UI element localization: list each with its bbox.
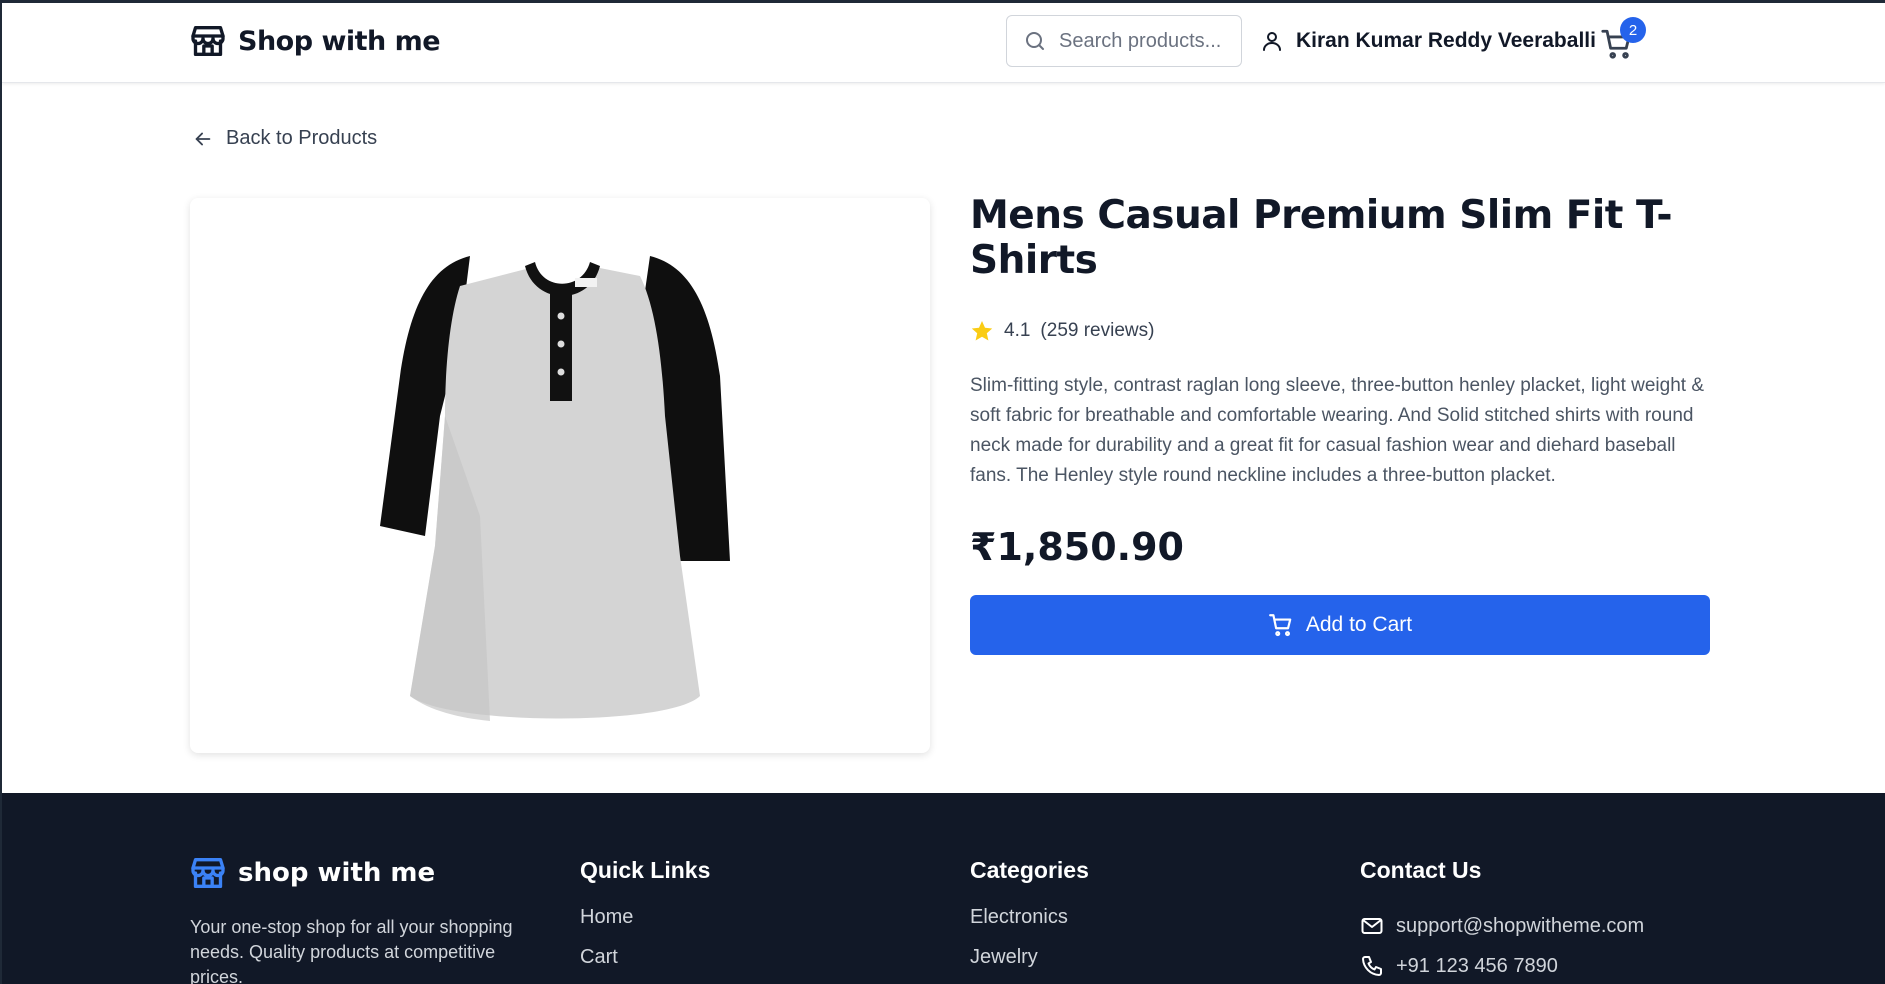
search-icon (1026, 32, 1044, 50)
phone-icon (1362, 956, 1382, 976)
footer-contact: Contact Us support@shopwitheme.com +91 1… (1360, 853, 1644, 984)
user-name: Kiran Kumar Reddy Veeraballi (1296, 29, 1596, 52)
store-logo-icon (191, 26, 225, 56)
product-image (380, 255, 730, 721)
footer-categories: Categories Electronics Jewelry (970, 853, 1089, 984)
product-price: ₹1,850.90 (970, 525, 1184, 569)
contact-email[interactable]: support@shopwitheme.com (1360, 906, 1644, 946)
product-title: Mens Casual Premium Slim Fit T-Shirts (970, 193, 1673, 283)
back-label: Back to Products (226, 127, 378, 149)
add-to-cart-label: Add to Cart (1305, 613, 1413, 636)
store-logo-icon (191, 858, 225, 888)
footer-brand-name: shop with me (238, 858, 436, 888)
search-input[interactable] (1059, 29, 1229, 53)
product-description: Slim-fitting style, contrast raglan long… (970, 375, 1704, 486)
footer-category-jewelry[interactable]: Jewelry (970, 946, 1089, 984)
cart-count-badge: 2 (1620, 17, 1646, 43)
footer-link-cart[interactable]: Cart (580, 946, 710, 984)
contact-phone[interactable]: +91 123 456 7890 (1360, 946, 1644, 984)
cart-button[interactable]: 2 (1600, 17, 1646, 61)
brand-name: Shop with me (238, 25, 441, 57)
contact-email-text: support@shopwitheme.com (1396, 914, 1645, 937)
top-navbar: Shop with me Kiran Kumar Reddy Veeraball… (2, 3, 1885, 83)
product-rating: 4.1 (259 reviews) (970, 319, 1710, 343)
footer-link-home[interactable]: Home (580, 906, 710, 946)
footer-quick-links: Quick Links Home Cart (580, 853, 710, 984)
product-details: Mens Casual Premium Slim Fit T-Shirts 4.… (970, 193, 1710, 655)
contact-heading: Contact Us (1360, 857, 1482, 883)
footer-tagline: Your one-stop shop for all your shopping… (190, 917, 513, 984)
back-to-products-link[interactable]: Back to Products (192, 127, 377, 150)
cart-icon (1268, 614, 1292, 637)
search-box[interactable] (1006, 15, 1242, 67)
add-to-cart-button[interactable]: Add to Cart (970, 595, 1710, 655)
page-frame: Shop with me Kiran Kumar Reddy Veeraball… (0, 0, 1885, 984)
rating-value: 4.1 (1004, 320, 1031, 341)
user-icon (1263, 32, 1281, 51)
star-icon (971, 321, 993, 341)
mail-icon (1361, 918, 1383, 934)
footer: shop with me Your one-stop shop for all … (2, 793, 1885, 984)
contact-phone-text: +91 123 456 7890 (1396, 954, 1558, 977)
footer-brand: shop with me (188, 853, 435, 893)
footer-category-electronics[interactable]: Electronics (970, 906, 1089, 946)
review-count: (259 reviews) (1040, 320, 1155, 341)
user-profile-link[interactable]: Kiran Kumar Reddy Veeraballi (1260, 29, 1596, 53)
brand-logo-link[interactable]: Shop with me (188, 21, 441, 61)
quick-links-heading: Quick Links (580, 857, 711, 883)
arrow-left-icon (195, 132, 211, 145)
product-image-card (190, 198, 930, 753)
categories-heading: Categories (970, 857, 1089, 883)
